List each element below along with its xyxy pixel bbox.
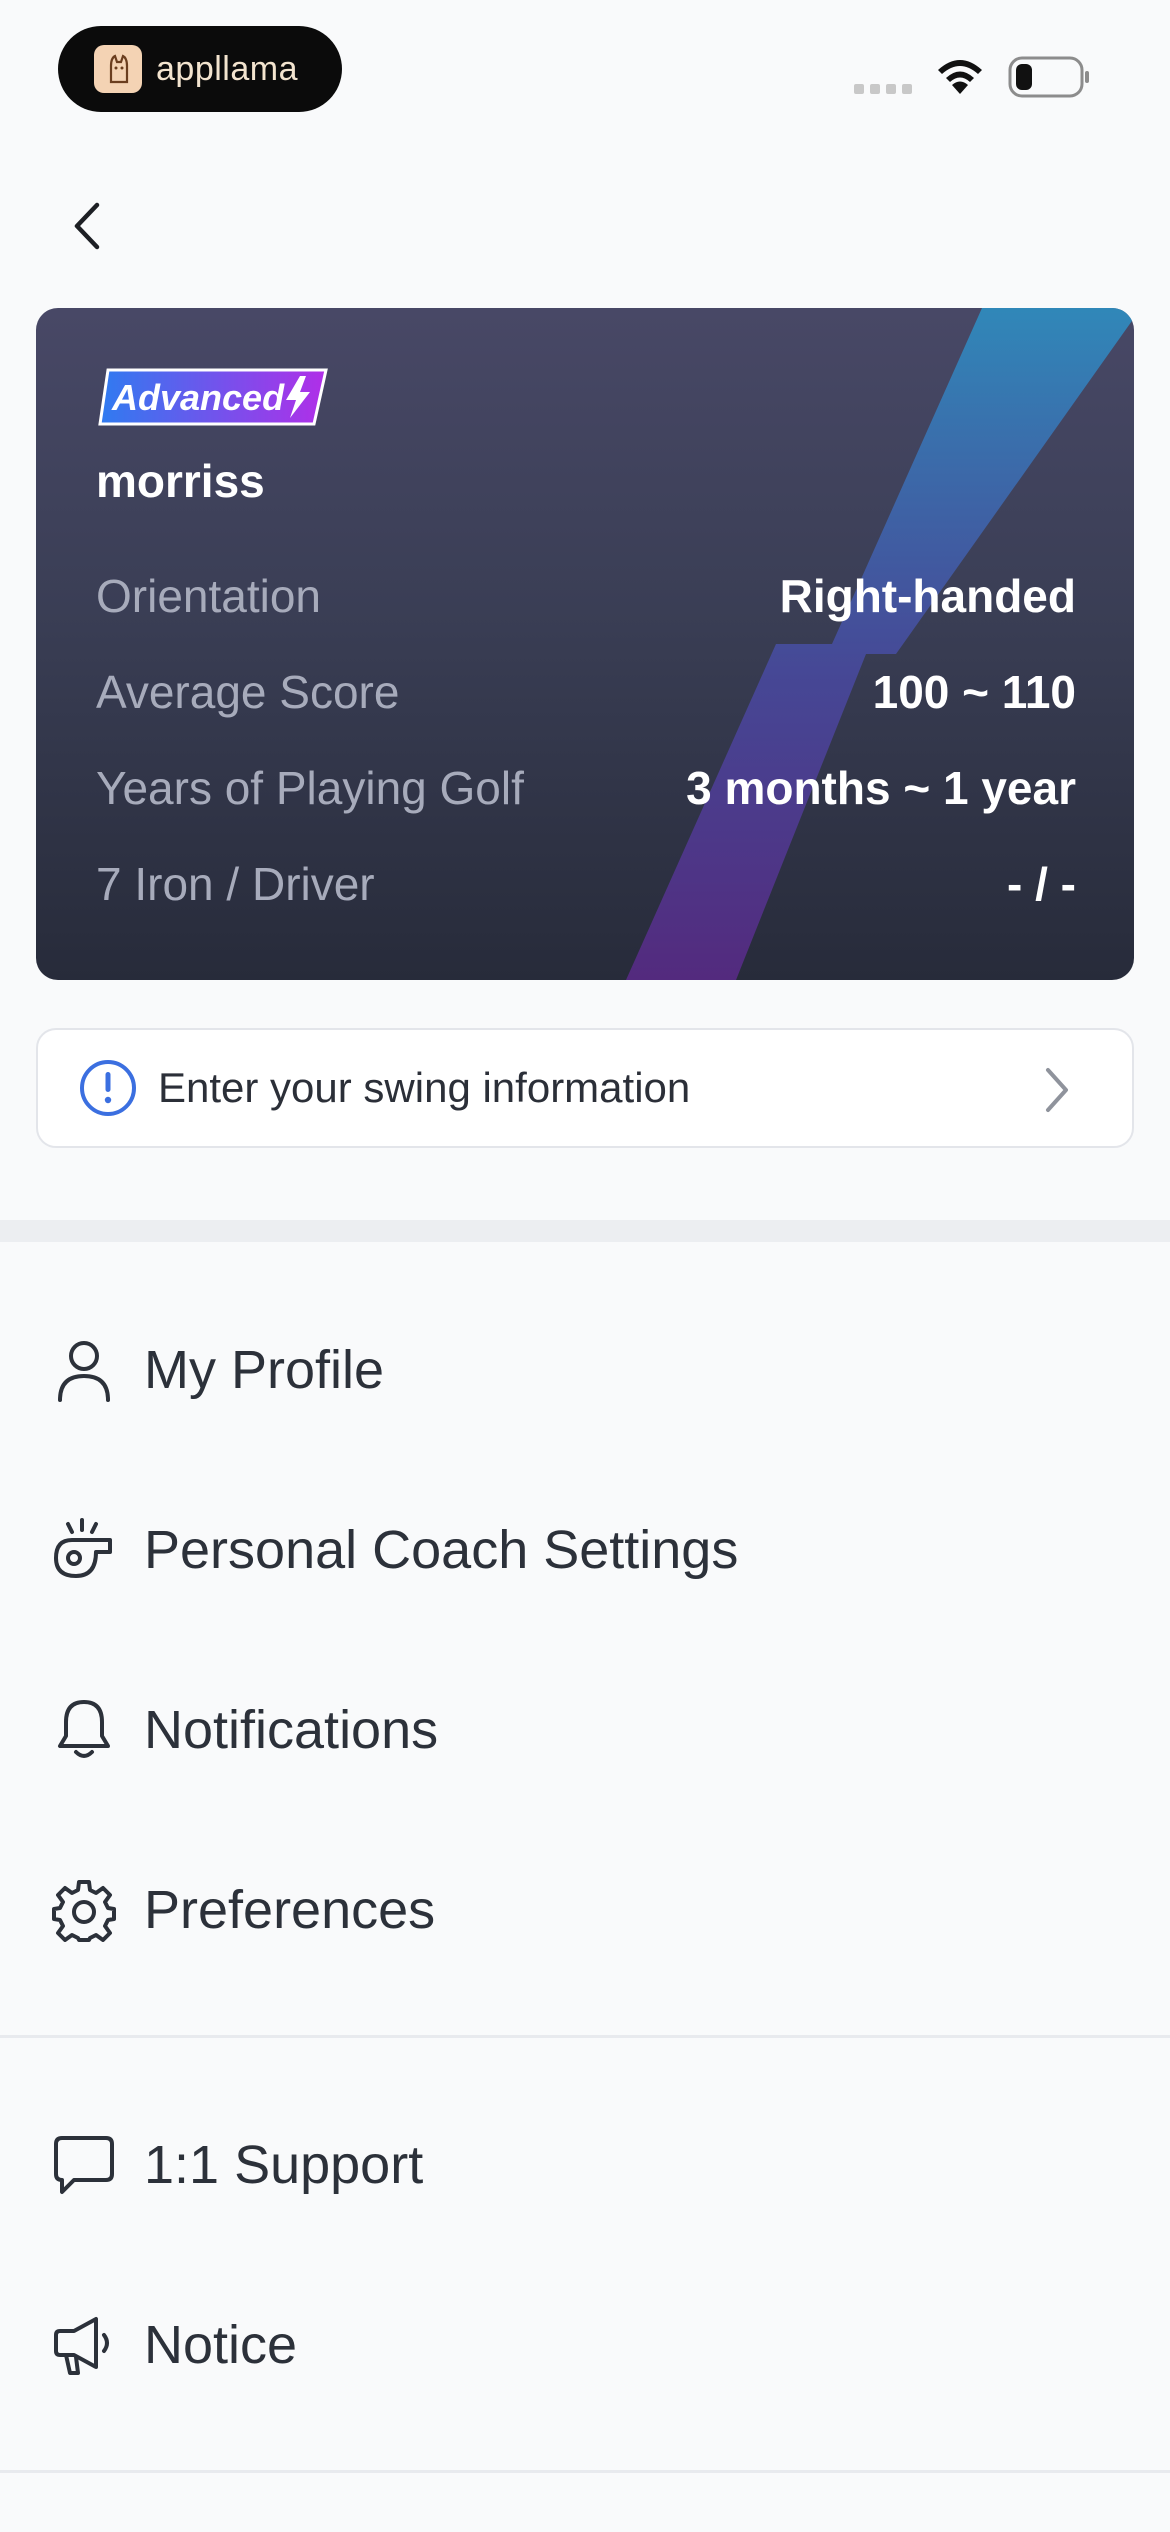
chevron-right-icon [1046, 1068, 1068, 1112]
menu-label: My Profile [144, 1340, 385, 1400]
stat-label: Orientation [96, 570, 322, 622]
stat-value: Right-handed [779, 570, 1076, 622]
signal-icon [854, 84, 912, 94]
megaphone-icon [52, 2313, 116, 2377]
menu-label: 1:1 Support [144, 2135, 424, 2195]
stat-row-iron-driver: 7 Iron / Driver - / - [96, 854, 1076, 914]
profile-card[interactable]: Advanced morriss Orientation Right-hande… [36, 308, 1134, 980]
chevron-left-icon [74, 202, 100, 250]
menu-item-my-profile[interactable]: My Profile [0, 1310, 1170, 1430]
menu-label: Notifications [144, 1700, 439, 1760]
stat-row-years-playing: Years of Playing Golf 3 months ~ 1 year [96, 758, 1076, 818]
bell-icon [52, 1698, 116, 1762]
gear-icon [52, 1878, 116, 1942]
username: morriss [96, 455, 265, 507]
menu-item-notifications[interactable]: Notifications [0, 1670, 1170, 1790]
menu-divider [0, 2035, 1170, 2038]
stat-label: 7 Iron / Driver [96, 858, 375, 910]
menu-label: Notice [144, 2315, 298, 2375]
stat-row-orientation: Orientation Right-handed [96, 566, 1076, 626]
menu-label: Personal Coach Settings [144, 1520, 739, 1580]
stat-value: - / - [1007, 858, 1076, 910]
menu-item-preferences[interactable]: Preferences [0, 1850, 1170, 1970]
carrier-pill: appllama [58, 26, 342, 112]
menu-item-support[interactable]: 1:1 Support [0, 2105, 1170, 2225]
person-icon [52, 1338, 116, 1402]
back-button[interactable] [56, 196, 116, 256]
svg-text:Advanced: Advanced [111, 377, 285, 418]
stat-label: Years of Playing Golf [96, 762, 524, 814]
stat-value: 3 months ~ 1 year [686, 762, 1076, 814]
menu-divider [0, 2470, 1170, 2473]
swing-info-button[interactable]: Enter your swing information [36, 1028, 1134, 1148]
stat-row-average-score: Average Score 100 ~ 110 [96, 662, 1076, 722]
chat-bubble-icon [52, 2133, 116, 2197]
menu-item-personal-coach-settings[interactable]: Personal Coach Settings [0, 1490, 1170, 1610]
whistle-icon [52, 1518, 116, 1582]
settings-screen: appllama Advanced morriss Orientation Ri… [0, 0, 1170, 2532]
swing-info-label: Enter your swing information [158, 1064, 691, 1111]
battery-icon [1008, 56, 1089, 98]
stat-value: 100 ~ 110 [872, 666, 1076, 718]
status-bar: appllama [0, 0, 1170, 140]
llama-logo-icon [94, 45, 142, 93]
menu-label: Preferences [144, 1880, 436, 1940]
menu-item-notice[interactable]: Notice [0, 2285, 1170, 2405]
wifi-icon [938, 60, 982, 94]
info-alert-icon [80, 1060, 136, 1116]
stat-label: Average Score [96, 666, 400, 718]
section-divider [0, 1220, 1170, 1242]
carrier-name: appllama [156, 49, 298, 88]
level-badge: Advanced [98, 368, 328, 426]
